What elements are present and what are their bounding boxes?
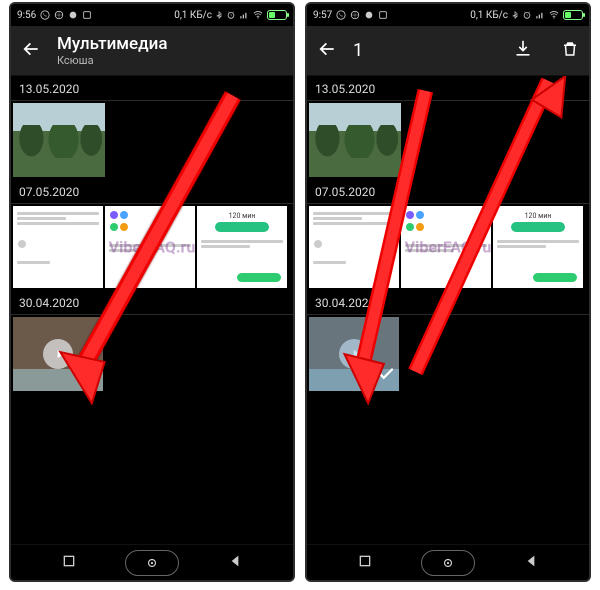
- media-thumbnail[interactable]: [13, 103, 105, 177]
- media-thumbnail[interactable]: [309, 206, 399, 288]
- status-bar: 9:56 0,1 КБ/с: [11, 4, 293, 26]
- battery-icon: [563, 10, 583, 20]
- signal-icon: [239, 10, 249, 20]
- media-thumbnail-video[interactable]: [13, 317, 103, 391]
- delete-button[interactable]: [561, 39, 579, 63]
- wifi-icon: [548, 10, 560, 20]
- alarm-icon: [522, 10, 532, 20]
- nav-back-button[interactable]: [227, 553, 243, 573]
- nav-home-button[interactable]: [125, 550, 179, 576]
- wifi-icon: [252, 10, 264, 20]
- whatsapp-icon: [336, 10, 346, 20]
- phone-left: 9:56 0,1 КБ/с: [9, 2, 295, 582]
- signal-icon: [535, 10, 545, 20]
- alarm-icon: [226, 10, 236, 20]
- media-gallery[interactable]: 13.05.2020 07.05.2020 120 мин: [11, 76, 293, 544]
- app-bar: Мультимедиа Ксюша: [11, 26, 293, 76]
- app-icon-2: [82, 10, 92, 20]
- date-header: 07.05.2020: [11, 179, 293, 204]
- back-button[interactable]: [317, 39, 337, 63]
- media-thumbnail[interactable]: [13, 206, 103, 288]
- status-time: 9:57: [313, 10, 332, 21]
- media-thumbnail-video-selected[interactable]: [309, 317, 399, 391]
- nav-back-button[interactable]: [523, 553, 539, 573]
- media-thumbnail[interactable]: [309, 103, 401, 177]
- nav-home-button[interactable]: [421, 550, 475, 576]
- status-net: 0,1 КБ/с: [470, 10, 508, 21]
- date-header: 30.04.2020: [307, 290, 589, 315]
- selection-count: 1: [353, 40, 363, 61]
- nav-recent-button[interactable]: [61, 553, 77, 573]
- whatsapp-icon: [40, 10, 50, 20]
- nav-recent-button[interactable]: [357, 553, 373, 573]
- play-icon: [43, 339, 73, 369]
- page-subtitle: Ксюша: [57, 54, 168, 67]
- page-title: Мультимедиа: [57, 34, 168, 54]
- date-header: 07.05.2020: [307, 179, 589, 204]
- battery-icon: [267, 10, 287, 20]
- date-header: 13.05.2020: [11, 76, 293, 101]
- bluetooth-icon: [511, 10, 519, 20]
- nav-bar: [11, 544, 293, 580]
- status-time: 9:56: [17, 10, 36, 21]
- download-button[interactable]: [513, 39, 533, 63]
- date-header: 13.05.2020: [307, 76, 589, 101]
- status-net: 0,1 КБ/с: [174, 10, 212, 21]
- date-header: 30.04.2020: [11, 290, 293, 315]
- browser-icon: [350, 10, 360, 20]
- media-thumbnail[interactable]: 120 мин: [197, 206, 287, 288]
- media-thumbnail[interactable]: [401, 206, 491, 288]
- app-icon: [68, 10, 78, 20]
- app-icon-2: [378, 10, 388, 20]
- nav-bar: [307, 544, 589, 580]
- status-bar: 9:57 0,1 КБ/с: [307, 4, 589, 26]
- selected-check-icon: [377, 365, 395, 387]
- back-button[interactable]: [21, 39, 41, 63]
- media-gallery[interactable]: 13.05.2020 07.05.2020 120 мин: [307, 76, 589, 544]
- bluetooth-icon: [215, 10, 223, 20]
- app-icon: [364, 10, 374, 20]
- browser-icon: [54, 10, 64, 20]
- media-thumbnail[interactable]: [105, 206, 195, 288]
- media-thumbnail[interactable]: 120 мин: [493, 206, 583, 288]
- phone-right: 9:57 0,1 КБ/с: [305, 2, 591, 582]
- app-bar-selection: 1: [307, 26, 589, 76]
